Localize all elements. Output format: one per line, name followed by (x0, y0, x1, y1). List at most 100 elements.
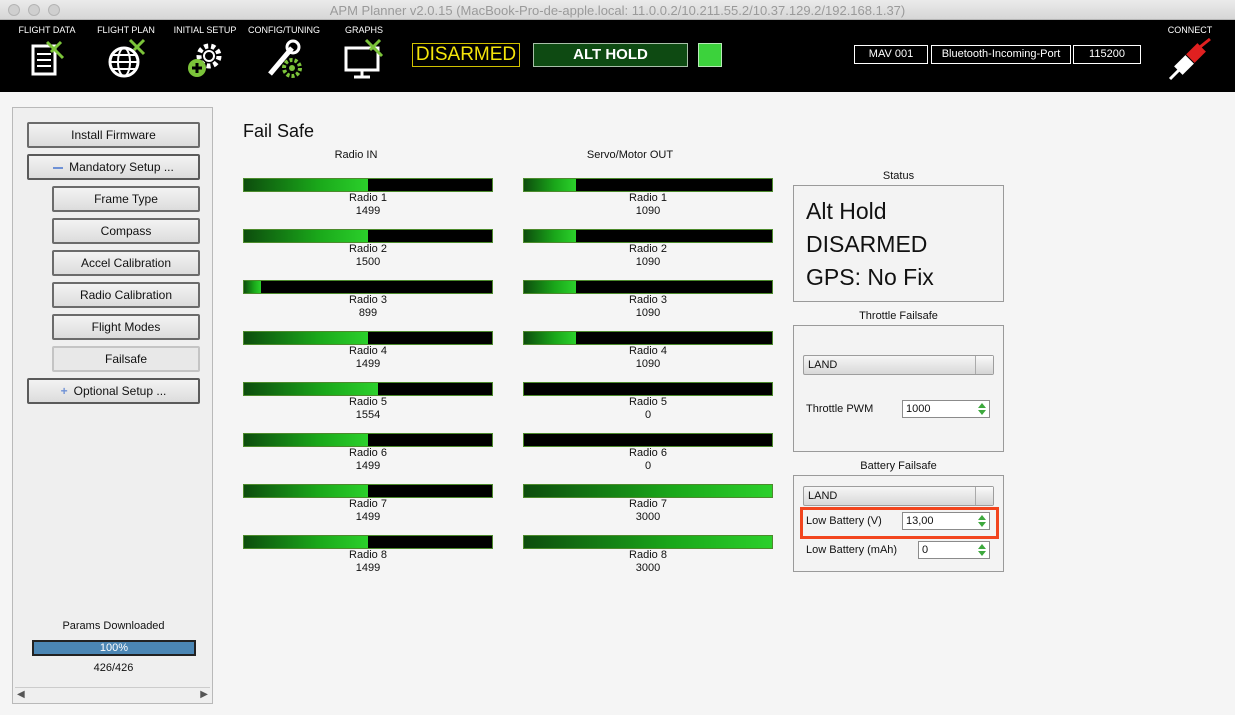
collapse-icon (53, 166, 64, 169)
radio-in-channel-value: 1499 (355, 358, 381, 370)
throttle-failsafe-action-select[interactable]: LAND (803, 355, 994, 375)
throttle-failsafe-box: LAND Throttle PWM 1000 (793, 325, 1004, 452)
servo-out-channel-name: Radio 4 (629, 345, 667, 357)
servo-out-bar-fill (524, 536, 772, 548)
servo-out-bar (523, 535, 773, 549)
radio-in-bar (243, 382, 493, 396)
setup-sidebar: Install Firmware Mandatory Setup ... Fra… (12, 107, 213, 704)
radio-in-channel-value: 1499 (355, 511, 381, 523)
status-group-title: Status (882, 170, 915, 182)
servo-out-bar-fill (524, 230, 576, 242)
window-title: APM Planner v2.0.15 (MacBook-Pro-de-appl… (329, 3, 906, 18)
radio-in-channel-name: Radio 4 (349, 345, 387, 357)
params-progress-bar: 100% (32, 640, 196, 656)
monitor-icon (344, 38, 384, 79)
page-title: Fail Safe (243, 121, 315, 141)
servo-out-channel-value: 0 (644, 409, 652, 421)
radio-in-channel-value: 1554 (355, 409, 381, 421)
config-tuning-label: CONFIG/TUNING (248, 25, 320, 35)
throttle-pwm-label: Throttle PWM (806, 403, 874, 415)
throttle-failsafe-title: Throttle Failsafe (859, 310, 938, 322)
radio-in-channel-value: 1499 (355, 460, 381, 472)
connect-button[interactable]: CONNECT (1160, 20, 1220, 92)
battery-action-value: LAND (808, 490, 838, 502)
servo-out-channel-value: 1090 (635, 358, 661, 370)
wrench-icon (268, 39, 302, 78)
initial-setup-label: INITIAL SETUP (173, 25, 237, 35)
install-firmware-button[interactable]: Install Firmware (27, 122, 200, 148)
expand-icon: + (60, 384, 68, 398)
sidebar-item-failsafe[interactable]: Failsafe (52, 346, 200, 372)
radio-in-bar (243, 433, 493, 447)
servo-out-bar (523, 229, 773, 243)
low-battery-mah-input[interactable]: 0 (918, 541, 990, 559)
radio-in-bar-fill (244, 230, 368, 242)
sidebar-item-label: Accel Calibration (80, 256, 172, 270)
radio-in-bar (243, 229, 493, 243)
sidebar-item-flight-modes[interactable]: Flight Modes (52, 314, 200, 340)
config-tuning-button[interactable]: CONFIG/TUNING (246, 20, 322, 92)
servo-out-bar (523, 331, 773, 345)
sidebar-horizontal-scrollbar[interactable]: ◀ ▶ (15, 687, 210, 701)
radio-in-bar-fill (244, 281, 261, 293)
radio-in-channel-name: Radio 5 (349, 396, 387, 408)
radio-in-bar-fill (244, 485, 368, 497)
scroll-left-icon[interactable]: ◀ (17, 689, 25, 700)
arm-status-indicator: DISARMED (412, 43, 520, 67)
chevron-down-icon (975, 356, 993, 374)
radio-in-bar (243, 280, 493, 294)
optional-setup-button[interactable]: + Optional Setup ... (27, 378, 200, 404)
low-battery-mah-value: 0 (922, 544, 929, 556)
flight-data-button[interactable]: FLIGHT DATA (14, 20, 80, 92)
status-gps: GPS: No Fix (806, 264, 934, 290)
heartbeat-indicator (698, 43, 722, 67)
sidebar-item-label: Failsafe (104, 352, 148, 366)
sidebar-item-accel-calibration[interactable]: Accel Calibration (52, 250, 200, 276)
sidebar-item-compass[interactable]: Compass (52, 218, 200, 244)
baud-rate-select[interactable]: 115200 (1073, 45, 1141, 64)
sidebar-item-radio-calibration[interactable]: Radio Calibration (52, 282, 200, 308)
radio-in-bar-fill (244, 383, 378, 395)
servo-out-bar-fill (524, 179, 576, 191)
status-mode: Alt Hold (806, 198, 887, 224)
status-box: Alt Hold DISARMED GPS: No Fix (793, 185, 1004, 302)
radio-in-channel-name: Radio 1 (349, 192, 387, 204)
radio-in-bar (243, 178, 493, 192)
radio-in-channel-name: Radio 8 (349, 549, 387, 561)
servo-out-bar (523, 382, 773, 396)
servo-out-channel-name: Radio 3 (629, 294, 667, 306)
flight-plan-button[interactable]: FLIGHT PLAN (93, 20, 159, 92)
radio-in-bar-fill (244, 434, 368, 446)
sidebar-item-frame-type[interactable]: Frame Type (52, 186, 200, 212)
servo-out-channel-name: Radio 2 (629, 243, 667, 255)
servo-out-channel-value: 1090 (635, 307, 661, 319)
servo-out-channel-name: Radio 6 (629, 447, 667, 459)
radio-in-channel-value: 1499 (355, 205, 381, 217)
spinner-arrows-icon[interactable] (977, 403, 986, 415)
mandatory-setup-label: Mandatory Setup ... (69, 160, 174, 174)
graphs-button[interactable]: GRAPHS (332, 20, 396, 92)
initial-setup-button[interactable]: INITIAL SETUP (171, 20, 239, 92)
sidebar-item-label: Compass (100, 224, 152, 238)
throttle-action-value: LAND (808, 359, 838, 371)
serial-port-select[interactable]: Bluetooth-Incoming-Port (931, 45, 1071, 64)
flight-data-label: FLIGHT DATA (18, 25, 76, 35)
radio-in-channel-value: 899 (358, 307, 378, 319)
mandatory-setup-button[interactable]: Mandatory Setup ... (27, 154, 200, 180)
sidebar-item-label: Radio Calibration (79, 288, 173, 302)
status-armed: DISARMED (806, 231, 928, 257)
chevron-down-icon (975, 487, 993, 505)
flight-mode-indicator: ALT HOLD (533, 43, 688, 67)
setup-gear-icon (188, 43, 222, 77)
servo-out-bar (523, 280, 773, 294)
throttle-pwm-input[interactable]: 1000 (902, 400, 990, 418)
spinner-arrows-icon[interactable] (977, 544, 986, 556)
mav-id-field[interactable]: MAV 001 (854, 45, 928, 64)
radio-in-bar (243, 484, 493, 498)
battery-failsafe-action-select[interactable]: LAND (803, 486, 994, 506)
radio-in-bar-fill (244, 536, 368, 548)
scroll-right-icon[interactable]: ▶ (200, 689, 208, 700)
params-downloaded-label: Params Downloaded (62, 620, 165, 632)
radio-in-channel-name: Radio 6 (349, 447, 387, 459)
servo-out-channel-name: Radio 1 (629, 192, 667, 204)
